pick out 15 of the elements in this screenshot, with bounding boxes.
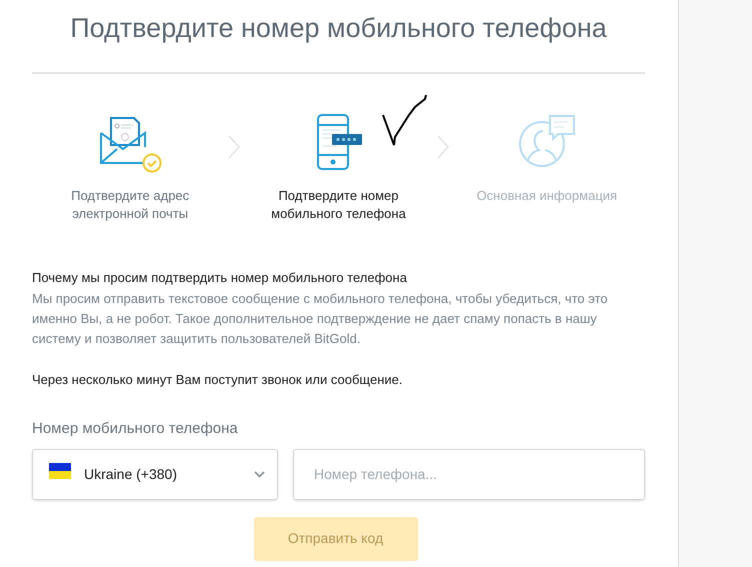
info-heading: Почему мы просим подтвердить номер мобильного телефона — [32, 269, 408, 287]
chevron-right-icon — [436, 135, 449, 159]
chevron-right-icon — [228, 135, 240, 159]
flag-icon — [49, 463, 71, 479]
chevron-down-icon — [254, 470, 265, 478]
profile-chat-icon — [518, 114, 576, 170]
phone-input[interactable]: Номер телефона... — [293, 448, 645, 500]
info-note: Через несколько минут Вам поступит звонок или сообщение. — [32, 371, 404, 389]
step-label: Подтвердите адрес электронной почты — [70, 187, 190, 223]
info-text: Мы просим отправить текстовое сообщение с мобильного телефона, чтобы убедиться, что это именно Вы, а не робот. Такое дополнительное подтверждение не дает спаму попасть в нашу систему и позволяет защитить пользователей BitGold. — [32, 290, 609, 348]
country-select[interactable]: Ukraine (+380) — [32, 448, 278, 500]
step-label: Основная информация — [476, 187, 618, 205]
step-label: Подтвердите номер мобильного телефона — [270, 187, 407, 223]
page-title: Подтвердите номер мобильного телефона — [32, 0, 645, 74]
field-label: Номер мобильного телефона — [32, 419, 239, 439]
